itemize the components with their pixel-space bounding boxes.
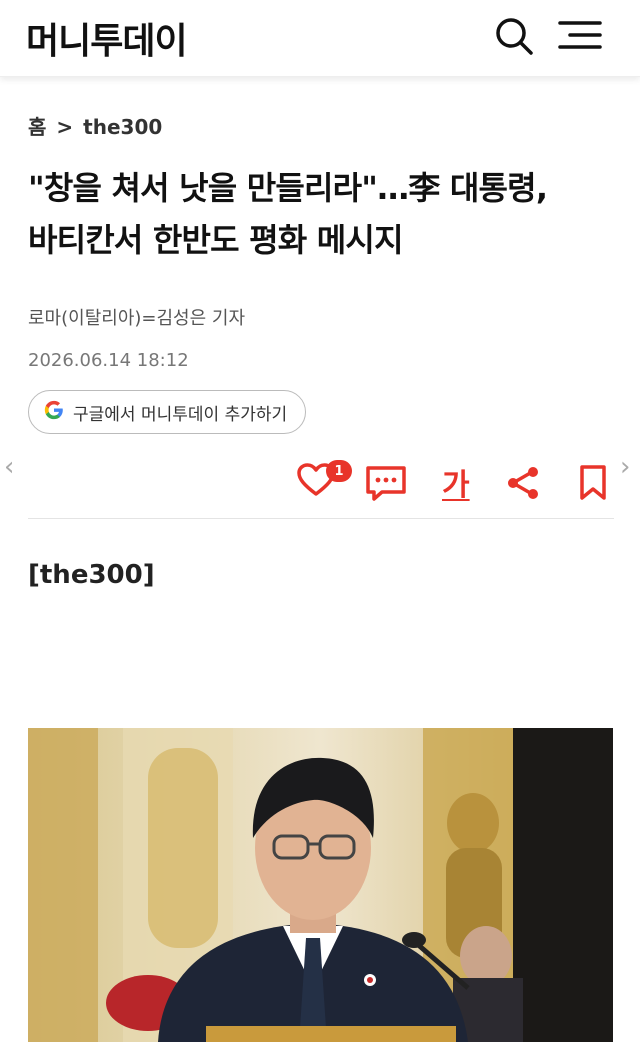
article-headline: "창을 쳐서 낫을 만들리라"…李 대통령, 바티칸서 한반도 평화 메시지 — [28, 162, 618, 266]
article-photo-illustration — [28, 728, 613, 1042]
google-follow-label: 구글에서 머니투데이 추가하기 — [73, 404, 288, 425]
article-photo[interactable] — [28, 728, 613, 1042]
comment-button[interactable] — [364, 464, 408, 506]
breadcrumb-home[interactable]: 홈 — [28, 115, 46, 139]
google-g-icon — [43, 399, 65, 426]
site-logo[interactable]: 머니투데이 — [26, 12, 188, 64]
share-icon — [504, 467, 542, 506]
search-icon[interactable] — [492, 14, 536, 62]
headline-line-1: "창을 쳐서 낫을 만들리라"…李 대통령, — [28, 169, 548, 207]
breadcrumb-section[interactable]: the300 — [83, 115, 162, 139]
article-action-bar: 1 가 — [0, 460, 640, 510]
breadcrumb: 홈 > the300 — [28, 111, 162, 140]
share-button[interactable] — [504, 464, 542, 506]
headline-line-2: 바티칸서 한반도 평화 메시지 — [28, 221, 404, 259]
content-divider — [28, 518, 614, 519]
font-size-button[interactable]: 가 — [442, 460, 470, 504]
hamburger-menu-icon[interactable] — [556, 14, 604, 62]
breadcrumb-separator: > — [56, 115, 74, 139]
like-count-badge: 1 — [326, 460, 352, 482]
bookmark-button[interactable] — [578, 464, 608, 506]
heart-icon — [296, 463, 336, 502]
article-timestamp: 2026.06.14 18:12 — [28, 350, 189, 371]
comment-icon — [364, 466, 408, 506]
article-section-tag: [the300] — [28, 560, 155, 590]
bookmark-icon — [578, 465, 608, 506]
google-follow-button[interactable]: 구글에서 머니투데이 추가하기 — [28, 390, 307, 434]
top-header: 머니투데이 — [0, 0, 640, 77]
article-byline: 로마(이탈리아)=김성은 기자 — [28, 308, 246, 329]
